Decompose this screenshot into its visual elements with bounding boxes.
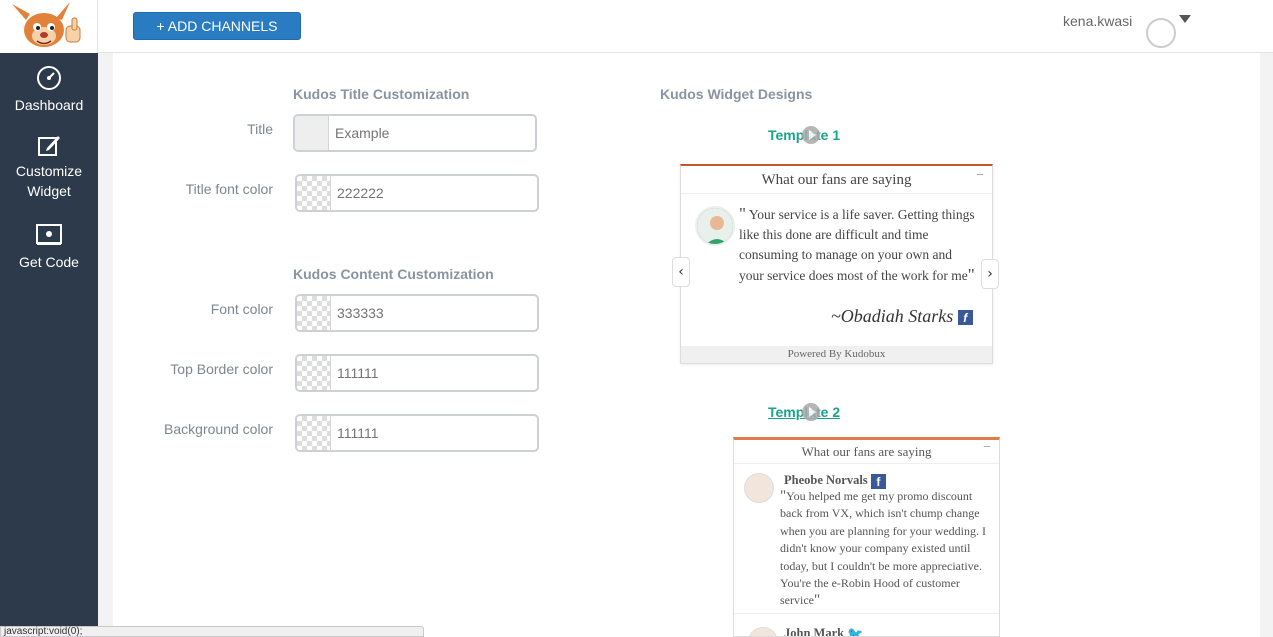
minimize-icon[interactable]: − (976, 168, 984, 184)
font-color-label: Font color (210, 301, 273, 317)
testimonial-quote: "You helped me get my promo discount bac… (780, 488, 986, 609)
color-swatch[interactable] (297, 176, 331, 210)
person-icon (697, 208, 733, 244)
widget-header: What our fans are saying (734, 440, 999, 464)
browser-status-bar: javascript:void(0); (0, 626, 424, 637)
powered-by-footer: Powered By Kudobux (681, 346, 992, 363)
background-color-field[interactable] (295, 414, 539, 452)
sidebar-item-dashboard[interactable]: Dashboard (0, 65, 98, 113)
top-bar: + ADD CHANNELS kena.kwasi (0, 0, 1273, 53)
minimize-icon[interactable]: − (983, 440, 991, 456)
facebook-icon: f (957, 310, 973, 326)
sidebar-item-label: Dashboard (14, 97, 84, 113)
color-swatch[interactable] (297, 416, 331, 450)
top-border-color-label: Top Border color (170, 361, 273, 377)
template-2-preview: What our fans are saying − Pheobe Norval… (733, 437, 1000, 637)
play-icon[interactable] (802, 126, 820, 144)
sidebar-item-label: Get Code (19, 254, 79, 270)
sidebar-item-get-code[interactable]: Get Code (0, 222, 98, 270)
widget-header: What our fans are saying (681, 166, 992, 194)
title-font-color-input[interactable] (337, 183, 527, 203)
sidebar: Dashboard Customize Widget Get Code (0, 53, 98, 637)
sidebar-item-customize-widget[interactable]: Customize Widget (0, 133, 98, 201)
color-swatch[interactable] (297, 356, 331, 390)
testimonial-quote: " Your service is a life saver. Getting … (739, 204, 975, 284)
font-color-field[interactable] (295, 294, 539, 332)
title-label: Title (247, 121, 273, 137)
content-customization-heading: Kudos Content Customization (293, 266, 494, 282)
twitter-icon: 🐦 (847, 627, 864, 637)
sidebar-item-label: Customize Widget (15, 163, 83, 199)
code-screen-icon (36, 224, 62, 245)
reviewer-name: Pheobe Norvals f (784, 473, 886, 489)
facebook-icon: f (870, 473, 886, 489)
divider (734, 613, 999, 614)
chevron-down-icon[interactable] (1179, 15, 1191, 23)
dashboard-icon (37, 66, 61, 90)
font-color-input[interactable] (337, 303, 527, 323)
color-swatch[interactable] (297, 296, 331, 330)
prev-arrow-icon[interactable]: ‹ (672, 257, 690, 287)
background-color-label: Background color (164, 421, 273, 437)
title-font-color-label: Title font color (185, 181, 273, 197)
reviewer-avatar (748, 627, 778, 636)
background-color-input[interactable] (337, 423, 527, 443)
title-swatch (295, 116, 329, 150)
title-input[interactable] (335, 123, 525, 143)
username[interactable]: kena.kwasi (1063, 13, 1132, 29)
edit-icon (38, 136, 60, 156)
title-font-color-field[interactable] (295, 174, 539, 212)
play-icon[interactable] (802, 403, 820, 421)
title-customization-heading: Kudos Title Customization (293, 86, 470, 102)
kangaroo-logo-icon (12, 2, 81, 47)
top-border-color-field[interactable] (295, 354, 539, 392)
app-logo[interactable] (0, 0, 98, 53)
next-arrow-icon[interactable]: › (981, 259, 999, 289)
user-avatar[interactable] (1146, 18, 1176, 48)
reviewer-avatar (695, 206, 735, 246)
template-1-preview: What our fans are saying − " Your servic… (680, 164, 993, 364)
title-field[interactable] (293, 114, 537, 152)
reviewer-name: John Mark 🐦 (784, 626, 864, 637)
reviewer-avatar (744, 473, 774, 503)
top-border-color-input[interactable] (337, 363, 527, 383)
testimonial-signature: ~Obadiah Starks f (831, 306, 973, 327)
add-channels-button[interactable]: + ADD CHANNELS (133, 12, 301, 40)
widget-designs-heading: Kudos Widget Designs (660, 86, 813, 102)
